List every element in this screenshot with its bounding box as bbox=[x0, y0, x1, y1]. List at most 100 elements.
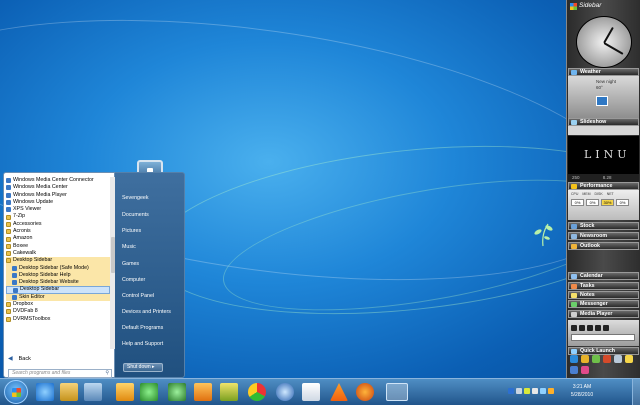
program-label: 7-Zip bbox=[13, 213, 26, 220]
panel-icon bbox=[571, 244, 577, 249]
program-item[interactable]: Desktop Sidebar bbox=[6, 286, 110, 294]
start-right-item-default-programs[interactable]: Default Programs bbox=[122, 325, 163, 331]
network-icon[interactable] bbox=[220, 383, 238, 401]
program-item[interactable]: Dropbox bbox=[6, 301, 110, 308]
media-player-controls[interactable] bbox=[568, 320, 639, 346]
program-item[interactable]: XPS Viewer bbox=[6, 206, 110, 213]
slideshow-image[interactable]: LINU bbox=[568, 136, 639, 174]
program-label: Boxee bbox=[13, 242, 29, 249]
tray-bluetooth-icon[interactable] bbox=[508, 388, 514, 394]
program-item[interactable]: Desktop Sidebar bbox=[6, 257, 110, 265]
program-item[interactable]: DVDFab 8 bbox=[6, 308, 110, 315]
program-item[interactable]: 7-Zip bbox=[6, 213, 110, 220]
scrollbar-thumb[interactable] bbox=[110, 237, 115, 273]
program-item[interactable]: Windows Update bbox=[6, 199, 110, 206]
active-task-icon[interactable] bbox=[386, 383, 408, 401]
file-explorer-icon[interactable] bbox=[60, 383, 78, 401]
play-icon[interactable] bbox=[579, 325, 585, 331]
start-right-item-documents[interactable]: Documents bbox=[122, 212, 149, 218]
tray-network-icon[interactable] bbox=[532, 388, 538, 394]
program-item[interactable]: Desktop Sidebar Website bbox=[6, 279, 110, 287]
firefox-icon[interactable] bbox=[356, 383, 374, 401]
ql-app-icon[interactable] bbox=[570, 366, 578, 374]
ql-app-icon[interactable] bbox=[614, 355, 622, 363]
sidebar-panel-outlook[interactable]: Outlook bbox=[568, 242, 639, 250]
ql-app-icon[interactable] bbox=[625, 355, 633, 363]
sidebar-panel-notes[interactable]: Notes bbox=[568, 291, 639, 299]
back-button[interactable]: ◀ Back bbox=[8, 355, 31, 363]
sidebar-panel-messenger[interactable]: Messenger bbox=[568, 300, 639, 308]
program-item[interactable]: Windows Media Center bbox=[6, 184, 110, 191]
slideshow-gadget-title[interactable]: Slideshow bbox=[568, 118, 639, 126]
tray-action-center-icon[interactable] bbox=[516, 388, 522, 394]
sidebar-panel-media-player[interactable]: Media Player bbox=[568, 310, 639, 318]
outlook-icon[interactable] bbox=[116, 383, 134, 401]
ql-app-icon[interactable] bbox=[592, 355, 600, 363]
internet-explorer-icon[interactable] bbox=[36, 383, 54, 401]
window-switcher-icon[interactable] bbox=[84, 383, 102, 401]
search-input[interactable]: Search programs and files ⚲ bbox=[8, 369, 112, 378]
back-label: Back bbox=[18, 355, 31, 362]
chrome-icon[interactable] bbox=[248, 383, 266, 401]
sidebar-panel-stock[interactable]: Stock bbox=[568, 222, 639, 230]
program-item[interactable]: Windows Media Player bbox=[6, 192, 110, 199]
weather-title: Weather bbox=[580, 69, 601, 75]
panel-label: Outlook bbox=[580, 243, 601, 249]
quick-launch-title[interactable]: Quick Launch bbox=[568, 347, 639, 355]
analog-clock[interactable] bbox=[576, 16, 632, 68]
performance-gadget[interactable]: CPU MEM DISK NET 0% 0% 30% 0% bbox=[568, 190, 639, 220]
start-right-item-help-and-support[interactable]: Help and Support bbox=[122, 341, 163, 347]
ql-app-icon[interactable] bbox=[581, 366, 589, 374]
tray-app-icon[interactable] bbox=[524, 388, 530, 394]
previous-icon[interactable] bbox=[571, 325, 577, 331]
performance-gadget-title[interactable]: Performance bbox=[568, 182, 639, 190]
ql-app-icon[interactable] bbox=[603, 355, 611, 363]
shutdown-button[interactable]: Shut down ▸ bbox=[123, 363, 163, 372]
vlc-icon[interactable] bbox=[330, 383, 348, 401]
start-right-item-control-panel[interactable]: Control Panel bbox=[122, 293, 154, 299]
sidebar-header[interactable]: Sidebar bbox=[567, 2, 640, 12]
show-desktop-button[interactable] bbox=[632, 379, 640, 405]
sidebar-panel-newsroom[interactable]: Newsroom bbox=[568, 232, 639, 240]
start-right-item-devices-and-printers[interactable]: Devices and Printers bbox=[122, 309, 171, 315]
media-center-icon[interactable] bbox=[140, 383, 158, 401]
sidebar-icon bbox=[13, 287, 18, 293]
program-item[interactable]: Skin Editor bbox=[6, 293, 110, 302]
start-right-item-music[interactable]: Music bbox=[122, 244, 136, 250]
volume-icon[interactable] bbox=[603, 325, 609, 331]
start-button[interactable] bbox=[4, 380, 28, 404]
program-item[interactable]: Boxee bbox=[6, 243, 110, 250]
stop-icon[interactable] bbox=[587, 325, 593, 331]
program-item[interactable]: Desktop Sidebar Help bbox=[6, 271, 110, 280]
sidebar-panel-tasks[interactable]: Tasks bbox=[568, 282, 639, 290]
start-right-item-pictures[interactable]: Pictures bbox=[122, 228, 141, 234]
ql-ie-icon[interactable] bbox=[570, 355, 578, 363]
system-icon[interactable] bbox=[276, 383, 294, 401]
ql-explorer-icon[interactable] bbox=[581, 355, 589, 363]
start-right-item-sevengeek[interactable]: Sevengeek bbox=[122, 195, 149, 201]
next-icon[interactable] bbox=[595, 325, 601, 331]
perf-meter: 0% bbox=[616, 199, 629, 206]
program-item[interactable]: DVRMSToolbox bbox=[6, 316, 110, 323]
xbox-icon[interactable] bbox=[168, 383, 186, 401]
tray-dropbox-icon[interactable] bbox=[548, 388, 554, 394]
start-right-item-computer[interactable]: Computer bbox=[122, 277, 145, 283]
tray-volume-icon[interactable] bbox=[540, 388, 546, 394]
media-player-icon[interactable] bbox=[194, 383, 212, 401]
media-track-field[interactable] bbox=[571, 334, 635, 341]
perf-label: CPU bbox=[571, 192, 579, 196]
document-icon[interactable] bbox=[302, 383, 320, 401]
taskbar-clock[interactable]: 3:21 AM 5/28/2010 bbox=[562, 383, 602, 399]
slideshow-controls[interactable] bbox=[568, 126, 639, 135]
weather-gadget[interactable]: New night 60° bbox=[568, 76, 639, 118]
program-item[interactable]: Accessories bbox=[6, 221, 110, 228]
program-item[interactable]: Desktop Sidebar (Safe Mode) bbox=[6, 264, 110, 272]
program-item[interactable]: Cakewalk bbox=[6, 250, 110, 257]
sidebar-panel-calendar[interactable]: Calendar bbox=[568, 272, 639, 280]
program-item[interactable]: Acronis bbox=[6, 228, 110, 235]
back-arrow-icon: ◀ bbox=[8, 356, 13, 362]
start-right-item-games[interactable]: Games bbox=[122, 261, 139, 267]
program-item[interactable]: Windows Media Center Connector bbox=[6, 177, 110, 184]
weather-gadget-title[interactable]: Weather bbox=[568, 68, 639, 76]
program-item[interactable]: Amazon bbox=[6, 235, 110, 242]
